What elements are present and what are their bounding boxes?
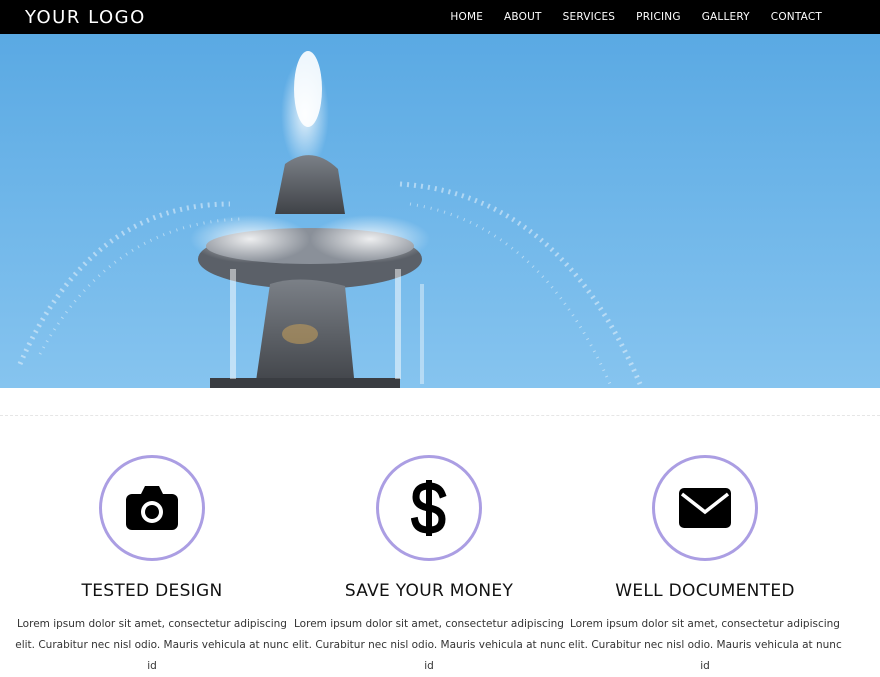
nav-pricing[interactable]: PRICING [636, 11, 681, 23]
feature-text: Lorem ipsum dolor sit amet, consectetur … [292, 618, 566, 672]
nav-home[interactable]: HOME [450, 11, 483, 23]
feature-icon-circle [99, 455, 205, 561]
envelope-icon [679, 488, 731, 528]
nav-services[interactable]: SERVICES [563, 11, 616, 23]
nav-contact[interactable]: CONTACT [771, 11, 822, 23]
feature-text: Lorem ipsum dolor sit amet, consectetur … [15, 618, 289, 672]
site-logo[interactable]: YOUR LOGO [25, 7, 146, 28]
main-nav: HOME ABOUT SERVICES PRICING GALLERY CONT… [429, 11, 822, 23]
hero-image [0, 34, 880, 388]
feature-text: Lorem ipsum dolor sit amet, consectetur … [568, 618, 842, 672]
nav-gallery[interactable]: GALLERY [702, 11, 750, 23]
feature-save-money: SAVE YOUR MONEY Lorem ipsum dolor sit am… [291, 455, 567, 677]
nav-about[interactable]: ABOUT [504, 11, 542, 23]
top-navbar: YOUR LOGO HOME ABOUT SERVICES PRICING GA… [0, 0, 880, 34]
feature-title: TESTED DESIGN [81, 581, 223, 601]
feature-title: WELL DOCUMENTED [615, 581, 795, 601]
camera-icon [126, 486, 178, 530]
fountain-illustration [17, 51, 643, 388]
dollar-icon [411, 480, 447, 536]
features-section: TESTED DESIGN Lorem ipsum dolor sit amet… [0, 455, 880, 672]
feature-icon-circle [652, 455, 758, 561]
section-divider [0, 415, 880, 416]
feature-icon-circle [376, 455, 482, 561]
feature-tested-design: TESTED DESIGN Lorem ipsum dolor sit amet… [14, 455, 290, 677]
feature-title: SAVE YOUR MONEY [344, 581, 514, 601]
feature-well-documented: WELL DOCUMENTED Lorem ipsum dolor sit am… [567, 455, 843, 677]
